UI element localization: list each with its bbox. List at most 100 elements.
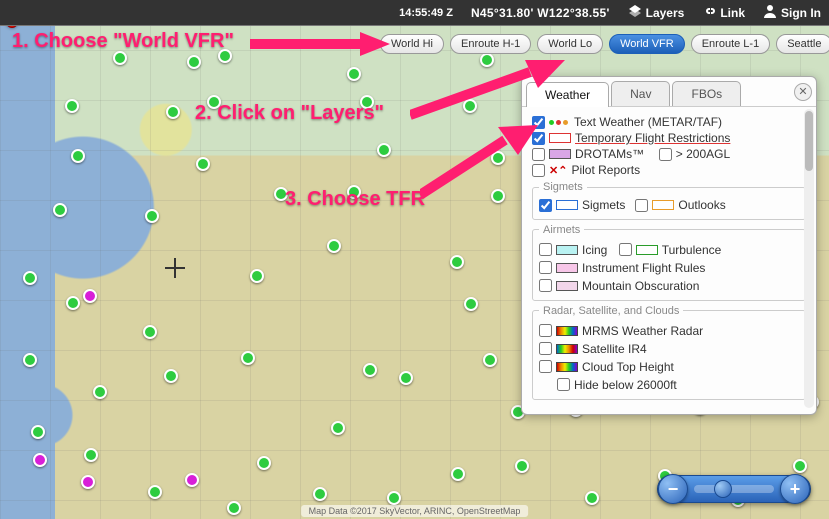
map-marker-green[interactable] xyxy=(491,151,505,165)
checkbox-cloudtop[interactable] xyxy=(539,360,552,373)
label-drotams: DROTAMs™ xyxy=(575,147,644,161)
sigmets-group: Sigmets Sigmets Outlooks xyxy=(532,181,806,220)
map-marker-magenta[interactable] xyxy=(33,453,47,467)
map-marker-magenta[interactable] xyxy=(185,473,199,487)
map-marker-green[interactable] xyxy=(71,149,85,163)
checkbox-drotams[interactable] xyxy=(532,148,545,161)
annotation-step3: 3. Choose TFR xyxy=(285,188,425,211)
map-marker-green[interactable] xyxy=(387,491,401,505)
map-marker-green[interactable] xyxy=(585,491,599,505)
zoom-slider-thumb[interactable] xyxy=(714,480,732,498)
tab-fbos[interactable]: FBOs xyxy=(672,81,741,106)
tab-weather[interactable]: Weather xyxy=(526,82,609,107)
chart-enroute-h1-button[interactable]: Enroute H-1 xyxy=(450,34,531,54)
map-marker-green[interactable] xyxy=(451,467,465,481)
layers-button[interactable]: Layers xyxy=(628,4,685,21)
sigmets-swatch-icon xyxy=(556,200,578,210)
checkbox-ifr[interactable] xyxy=(539,261,552,274)
chart-world-lo-button[interactable]: World Lo xyxy=(537,34,603,54)
drotams-swatch-icon xyxy=(549,149,571,159)
satir4-swatch-icon xyxy=(556,344,578,354)
chart-seattle-button[interactable]: Seattle xyxy=(776,34,829,54)
map-marker-green[interactable] xyxy=(143,325,157,339)
label-text-weather: Text Weather (METAR/TAF) xyxy=(574,115,722,129)
map-marker-green[interactable] xyxy=(113,51,127,65)
map-marker-green[interactable] xyxy=(463,99,477,113)
chart-world-hi-button[interactable]: World Hi xyxy=(380,34,444,54)
map-marker-green[interactable] xyxy=(65,99,79,113)
panel-body: Text Weather (METAR/TAF) Temporary Fligh… xyxy=(522,107,816,414)
mtn-swatch-icon xyxy=(556,281,578,291)
airmets-group: Airmets Icing Turbulence Instrument Flig… xyxy=(532,224,806,301)
zoom-out-button[interactable]: − xyxy=(658,474,688,504)
clock: 14:55:49 Z xyxy=(399,7,453,19)
checkbox-text-weather[interactable] xyxy=(532,116,545,129)
map-marker-green[interactable] xyxy=(166,105,180,119)
signin-button[interactable]: Sign In xyxy=(763,4,821,21)
map-marker-green[interactable] xyxy=(148,485,162,499)
map-marker-green[interactable] xyxy=(793,459,807,473)
top-bar: 14:55:49 Z N45°31.80' W122°38.55' Layers… xyxy=(0,0,829,26)
label-mrms: MRMS Weather Radar xyxy=(582,324,703,338)
panel-scrollbar-thumb[interactable] xyxy=(805,111,813,171)
map-marker-green[interactable] xyxy=(196,157,210,171)
zoom-in-button[interactable]: + xyxy=(780,474,810,504)
map-marker-green[interactable] xyxy=(53,203,67,217)
checkbox-satir4[interactable] xyxy=(539,342,552,355)
checkbox-mrms[interactable] xyxy=(539,324,552,337)
checkbox-hide26000[interactable] xyxy=(557,378,570,391)
zoom-slider-track[interactable] xyxy=(694,485,774,493)
map-marker-green[interactable] xyxy=(464,297,478,311)
checkbox-200agl[interactable] xyxy=(659,148,672,161)
turbulence-swatch-icon xyxy=(636,245,658,255)
close-icon[interactable]: ✕ xyxy=(794,83,812,101)
map-marker-green[interactable] xyxy=(31,425,45,439)
map-marker-green[interactable] xyxy=(23,271,37,285)
checkbox-pilot-reports[interactable] xyxy=(532,164,545,177)
chart-enroute-l1-button[interactable]: Enroute L-1 xyxy=(691,34,770,54)
map-marker-green[interactable] xyxy=(515,459,529,473)
map-marker-green[interactable] xyxy=(23,353,37,367)
label-turbulence: Turbulence xyxy=(662,243,722,257)
map-marker-green[interactable] xyxy=(164,369,178,383)
tab-nav[interactable]: Nav xyxy=(611,81,670,106)
checkbox-icing[interactable] xyxy=(539,243,552,256)
map-marker-green[interactable] xyxy=(241,351,255,365)
map-marker-green[interactable] xyxy=(480,53,494,67)
map-marker-green[interactable] xyxy=(187,55,201,69)
map-marker-green[interactable] xyxy=(66,296,80,310)
zoom-control: − + xyxy=(657,475,811,503)
map-marker-magenta[interactable] xyxy=(83,289,97,303)
legend-airmets: Airmets xyxy=(539,224,584,236)
checkbox-mtn[interactable] xyxy=(539,279,552,292)
link-button[interactable]: Link xyxy=(702,4,745,21)
legend-sigmets: Sigmets xyxy=(539,181,587,193)
map-marker-green[interactable] xyxy=(450,255,464,269)
map-marker-green[interactable] xyxy=(347,67,361,81)
map-marker-green[interactable] xyxy=(313,487,327,501)
chart-world-vfr-button[interactable]: World VFR xyxy=(609,34,685,54)
checkbox-outlooks[interactable] xyxy=(635,199,648,212)
panel-scrollbar[interactable] xyxy=(804,109,814,408)
map-marker-green[interactable] xyxy=(93,385,107,399)
map-marker-green[interactable] xyxy=(331,421,345,435)
map-marker-green[interactable] xyxy=(145,209,159,223)
label-ifr: Instrument Flight Rules xyxy=(582,261,705,275)
map-marker-magenta[interactable] xyxy=(81,475,95,489)
label-pilot-reports: Pilot Reports xyxy=(571,163,640,177)
map-marker-green[interactable] xyxy=(227,501,241,515)
map-marker-green[interactable] xyxy=(483,353,497,367)
map-marker-green[interactable] xyxy=(363,363,377,377)
map-marker-green[interactable] xyxy=(491,189,505,203)
map-marker-green[interactable] xyxy=(250,269,264,283)
map-marker-green[interactable] xyxy=(377,143,391,157)
map-marker-green[interactable] xyxy=(327,239,341,253)
map-marker-green[interactable] xyxy=(257,456,271,470)
map-marker-green[interactable] xyxy=(399,371,413,385)
chart-selector-row: World Hi Enroute H-1 World Lo World VFR … xyxy=(380,34,829,54)
checkbox-sigmets[interactable] xyxy=(539,199,552,212)
pirep-icon: ✕⌃ xyxy=(549,164,567,177)
checkbox-turbulence[interactable] xyxy=(619,243,632,256)
checkbox-tfr[interactable] xyxy=(532,132,545,145)
map-marker-green[interactable] xyxy=(84,448,98,462)
